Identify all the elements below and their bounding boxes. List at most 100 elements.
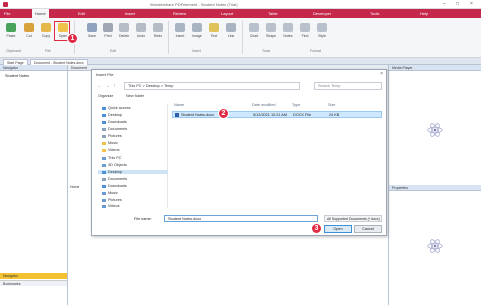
ribbon-separator xyxy=(168,21,169,54)
style-icon xyxy=(317,23,327,32)
cancel-button[interactable]: Cancel xyxy=(354,225,382,233)
save-icon xyxy=(87,23,97,32)
delete-icon xyxy=(119,23,129,32)
ribbon-tab-insert[interactable]: Insert xyxy=(125,11,135,16)
callout-badge: 1 xyxy=(67,33,78,44)
dialog-title-bar: Insert File xyxy=(92,70,386,78)
ribbon-tab-help[interactable]: Help xyxy=(420,11,428,16)
ribbon-tab-review[interactable]: Review xyxy=(173,11,186,16)
paste-button[interactable]: Paste xyxy=(3,23,19,38)
nav-item-videos-pc[interactable]: Videos xyxy=(102,204,120,208)
notes-icon xyxy=(283,23,293,32)
undo-icon xyxy=(136,23,146,32)
nav-label: Downloads xyxy=(108,184,127,188)
maximize-icon[interactable]: □ xyxy=(456,1,459,7)
nav-item-quick-access[interactable]: Quick access xyxy=(102,106,131,110)
nav-item-documents[interactable]: Documents xyxy=(102,127,127,131)
nav-item-videos[interactable]: Videos xyxy=(102,148,120,152)
nav-item-desktop[interactable]: Desktop xyxy=(102,113,122,117)
image-button[interactable]: Image xyxy=(189,23,205,38)
nav-item-pictures[interactable]: Pictures xyxy=(102,134,122,138)
column-header-name[interactable]: Name xyxy=(174,103,184,107)
copy-label: Copy xyxy=(41,34,51,38)
new-folder-button[interactable]: New folder xyxy=(126,94,144,98)
nav-item-downloads[interactable]: Downloads xyxy=(102,120,127,124)
up-arrow-icon[interactable]: ↑ xyxy=(113,83,116,89)
document-icon xyxy=(102,127,106,131)
cut-button[interactable]: Cut xyxy=(21,23,37,38)
navigator-item-label: Student Notes xyxy=(5,74,30,78)
desktop-icon xyxy=(102,113,106,117)
link-button[interactable]: Link xyxy=(223,23,239,38)
notes-label: Notes xyxy=(283,34,293,38)
document-header-title: Document xyxy=(71,66,87,70)
navigator-footer-label: Navigator xyxy=(3,274,18,278)
navigator-footer[interactable]: Navigator xyxy=(0,273,67,279)
address-path: This PC > Desktop > Temp xyxy=(128,84,174,88)
nav-item-music-pc[interactable]: Music xyxy=(102,191,118,195)
filename-input[interactable]: Student Notes.docx xyxy=(164,215,318,222)
nav-item-music[interactable]: Music xyxy=(102,141,118,145)
text-button[interactable]: Text xyxy=(206,23,222,38)
forward-arrow-icon[interactable]: → xyxy=(105,83,110,89)
picture-icon xyxy=(102,134,106,138)
dialog-close-icon[interactable]: × xyxy=(380,71,383,77)
open-button-dialog[interactable]: Open xyxy=(324,225,352,233)
nav-item-downloads-pc[interactable]: Downloads xyxy=(102,184,127,188)
shape-icon xyxy=(266,23,276,32)
print-button[interactable]: Print xyxy=(100,23,116,38)
file-tab[interactable]: File xyxy=(4,11,10,16)
ribbon-tab-edit[interactable]: Edit xyxy=(78,11,85,16)
chart-button[interactable]: Chart xyxy=(246,23,262,38)
group-label-format: Format xyxy=(310,49,322,53)
ribbon-tab-developer[interactable]: Developer xyxy=(313,11,331,16)
search-placeholder: Search Temp xyxy=(318,84,341,88)
shape-button[interactable]: Shape xyxy=(263,23,279,38)
column-header-date[interactable]: Date modified xyxy=(252,103,275,107)
ribbon-tab-home[interactable]: Home xyxy=(32,9,49,18)
redo-icon xyxy=(153,23,163,32)
column-header-type[interactable]: Type xyxy=(292,103,300,107)
save-button[interactable]: Save xyxy=(84,23,100,38)
download-icon xyxy=(102,120,106,124)
media-pane: Media Player Properties xyxy=(388,65,481,305)
minimize-icon[interactable]: – xyxy=(443,1,446,7)
insert-icon xyxy=(175,23,185,32)
nav-item-this-pc[interactable]: This PC xyxy=(102,156,122,160)
ribbon-tab-tools[interactable]: Tools xyxy=(370,11,379,16)
group-label-insert: Insert xyxy=(192,49,201,53)
navigator-item[interactable]: Student Notes xyxy=(5,74,29,78)
nav-item-desktop-pc[interactable]: Desktop xyxy=(98,170,168,174)
style-button[interactable]: Style xyxy=(314,23,330,38)
redo-button[interactable]: Redo xyxy=(150,23,166,38)
undo-button[interactable]: Undo xyxy=(133,23,149,38)
nav-item-pictures-pc[interactable]: Pictures xyxy=(102,198,122,202)
nav-item-3d-objects[interactable]: 3D Objects xyxy=(102,163,127,167)
nav-item-documents-pc[interactable]: Documents xyxy=(102,177,127,181)
print-icon xyxy=(103,23,113,32)
insert-file-dialog: Insert File × ← → ↑ This PC > Desktop > … xyxy=(91,69,387,236)
delete-button[interactable]: Delete xyxy=(116,23,132,38)
nav-label: Downloads xyxy=(108,120,127,124)
back-arrow-icon[interactable]: ← xyxy=(97,83,102,89)
delete-label: Delete xyxy=(118,34,130,38)
ribbon-tab-table[interactable]: Table xyxy=(268,11,278,16)
picture-icon xyxy=(102,198,106,202)
filename-value: Student Notes.docx xyxy=(168,217,202,221)
column-header-size[interactable]: Size xyxy=(328,103,335,107)
file-row[interactable]: Student Notes.docx 5/12/2021 10:21 AM DO… xyxy=(172,111,382,118)
notes-button[interactable]: Notes xyxy=(280,23,296,38)
filetype-select[interactable]: All Supported Documents (*.docx) xyxy=(324,215,382,222)
find-button[interactable]: Find xyxy=(297,23,313,38)
filename-label: File name: xyxy=(134,217,152,221)
copy-button[interactable]: Copy xyxy=(38,23,54,38)
cut-icon xyxy=(24,23,34,32)
insert-button[interactable]: Insert xyxy=(172,23,188,38)
address-bar[interactable]: This PC > Desktop > Temp xyxy=(124,82,300,90)
organize-button[interactable]: Organize xyxy=(98,94,113,98)
close-icon[interactable]: × xyxy=(470,1,473,7)
bookmarks-footer[interactable]: Bookmarks xyxy=(0,280,67,286)
ribbon-tab-layout[interactable]: Layout xyxy=(221,11,233,16)
search-input[interactable]: Search Temp xyxy=(314,82,382,90)
cancel-button-label: Cancel xyxy=(362,227,374,231)
